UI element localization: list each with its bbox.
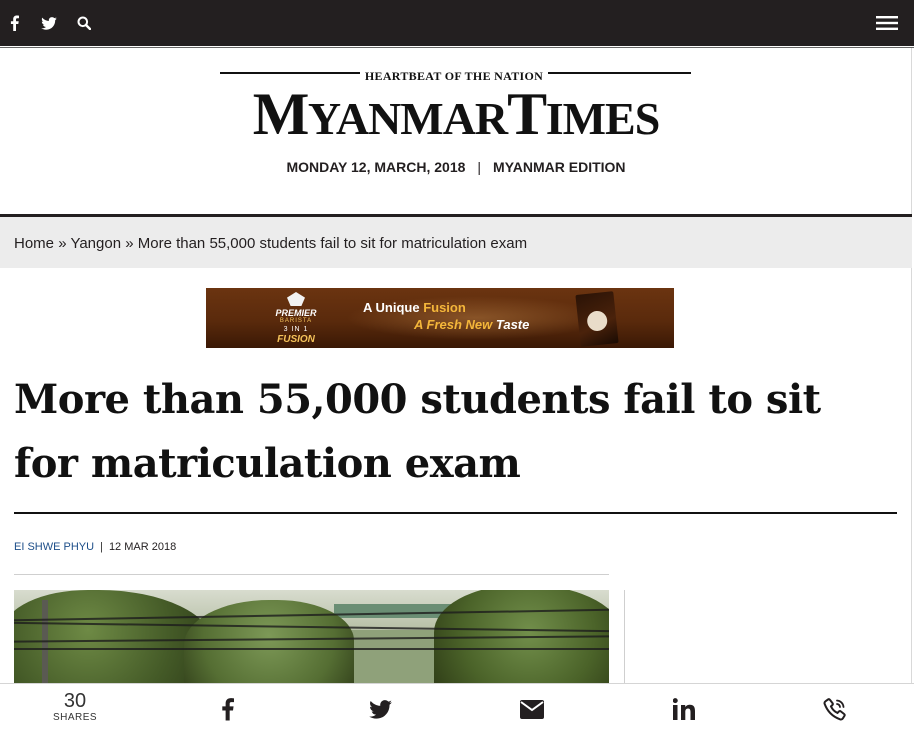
publish-date: 12 MAR 2018 xyxy=(108,541,177,553)
search-icon[interactable] xyxy=(71,10,97,36)
share-count-label: SHARES xyxy=(52,712,98,723)
dateline: MONDAY 12, MARCH, 2018 | MYANMAR EDITION xyxy=(200,158,712,176)
logo-letter-t: T xyxy=(507,81,547,147)
ad-headline-2b: New xyxy=(465,317,493,332)
email-icon[interactable] xyxy=(519,696,545,722)
article-photo xyxy=(14,590,609,690)
share-bar: 30 SHARES xyxy=(0,683,914,732)
phone-icon[interactable] xyxy=(822,696,848,722)
hamburger-menu-icon[interactable] xyxy=(874,10,900,36)
tagline-rule-right xyxy=(548,72,691,74)
current-date: MONDAY 12, MARCH, 2018 xyxy=(286,159,466,175)
ad-headline-2c: Taste xyxy=(492,317,530,332)
twitter-icon[interactable] xyxy=(36,10,62,36)
facebook-icon[interactable] xyxy=(214,696,240,722)
ad-headline-1b: Fusion xyxy=(423,300,466,315)
photo-wire xyxy=(14,648,609,650)
ad-headline-2a: A Fresh xyxy=(414,317,466,332)
logo-letter-m: M xyxy=(252,81,310,147)
ad-brand-variant: 3 IN 1 xyxy=(283,326,309,333)
breadcrumb-separator: » xyxy=(125,235,134,252)
breadcrumb-separator: » xyxy=(58,235,67,252)
dateline-separator: | xyxy=(477,159,482,175)
ad-headline-1a: A Unique xyxy=(363,300,424,315)
author-link[interactable]: EI SHWE PHYU xyxy=(14,541,94,553)
article-headline: More than 55,000 students fail to sit fo… xyxy=(14,376,821,487)
breadcrumb-current: More than 55,000 students fail to sit fo… xyxy=(137,235,528,252)
top-navigation-bar xyxy=(0,0,914,46)
sidebar-divider xyxy=(624,590,625,690)
article-byline: EI SHWE PHYU | 12 MAR 2018 xyxy=(14,540,176,554)
coffee-cup-icon xyxy=(586,309,609,332)
facebook-icon[interactable] xyxy=(1,10,27,36)
twitter-icon[interactable] xyxy=(367,696,393,722)
headline-divider xyxy=(14,512,897,514)
tagline-rule-left xyxy=(220,72,360,74)
ad-brand-product: FUSION xyxy=(277,334,315,345)
ad-brand-logo: PREMIER BARISTA 3 IN 1 FUSION xyxy=(270,292,322,345)
ad-headline-1: A Unique Fusion xyxy=(363,300,466,315)
masthead: HEARTBEAT OF THE NATION MYANMARTIMES MON… xyxy=(0,48,912,214)
byline-separator: | xyxy=(100,541,103,553)
breadcrumb: Home » Yangon » More than 55,000 student… xyxy=(0,217,912,268)
linkedin-icon[interactable] xyxy=(671,696,697,722)
breadcrumb-home[interactable]: Home xyxy=(14,235,54,252)
share-count-number: 30 xyxy=(63,690,87,712)
crest-icon xyxy=(287,292,305,306)
edition-label[interactable]: MYANMAR EDITION xyxy=(493,159,626,175)
photo-pole xyxy=(42,600,48,690)
breadcrumb-section[interactable]: Yangon xyxy=(70,235,121,252)
coffee-pack-image xyxy=(575,291,619,347)
logo-text-yanmar: YANMAR xyxy=(307,93,508,144)
ad-brand-name: PREMIER xyxy=(275,308,317,318)
ad-brand-sub: BARISTA xyxy=(279,318,313,324)
logo-text-imes: IMES xyxy=(545,93,661,144)
site-logo[interactable]: MYANMARTIMES xyxy=(218,82,694,146)
ad-headline-2: A Fresh New Taste xyxy=(414,317,529,332)
byline-divider xyxy=(14,574,609,575)
photo-tree xyxy=(434,590,609,690)
share-count: 30 SHARES xyxy=(45,690,105,724)
advertisement-banner[interactable]: PREMIER BARISTA 3 IN 1 FUSION A Unique F… xyxy=(206,288,674,348)
